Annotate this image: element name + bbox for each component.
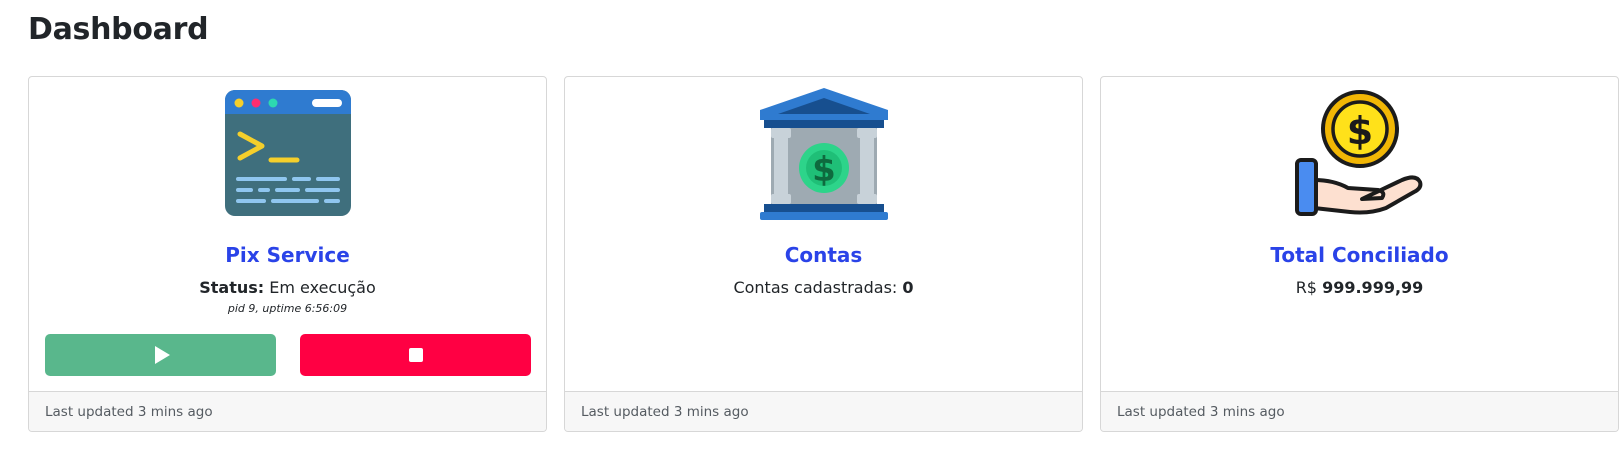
total-conciliado-title[interactable]: Total Conciliado: [1101, 243, 1618, 267]
svg-text:$: $: [812, 150, 836, 190]
bank-dollar-icon: $: [754, 84, 894, 224]
contas-stat-value: 0: [902, 278, 914, 297]
card-footer: Last updated 3 mins ago: [1101, 391, 1618, 431]
contas-stat: Contas cadastradas: 0: [565, 278, 1082, 297]
svg-text:$: $: [1346, 109, 1372, 153]
stop-icon: [408, 348, 423, 362]
terminal-window-icon: [218, 84, 358, 224]
stop-service-button[interactable]: [300, 334, 531, 376]
pix-service-title[interactable]: Pix Service: [29, 243, 546, 267]
contas-card: $ Contas Contas cadastradas: 0 Last upda…: [564, 76, 1083, 432]
status-value: Em execução: [269, 278, 376, 297]
total-conciliado-card: $ Total Conciliado R$ 999.999,99 Last up…: [1100, 76, 1619, 432]
start-service-button[interactable]: [45, 334, 276, 376]
card-footer: Last updated 3 mins ago: [565, 391, 1082, 431]
contas-stat-label: Contas cadastradas:: [733, 278, 898, 297]
play-icon: [155, 346, 170, 364]
status-label: Status:: [199, 278, 265, 297]
service-status: Status: Em execução: [29, 278, 546, 297]
amount-value: 999.999,99: [1322, 278, 1424, 297]
total-amount: R$ 999.999,99: [1101, 278, 1618, 297]
currency-symbol: R$: [1295, 278, 1317, 297]
contas-title[interactable]: Contas: [565, 243, 1082, 267]
page-title: Dashboard: [28, 12, 209, 47]
card-footer: Last updated 3 mins ago: [29, 391, 546, 431]
hand-coin-icon: $: [1290, 84, 1430, 224]
pix-service-card: Pix Service Status: Em execução pid 9, u…: [28, 76, 547, 432]
service-details: pid 9, uptime 6:56:09: [227, 302, 348, 315]
